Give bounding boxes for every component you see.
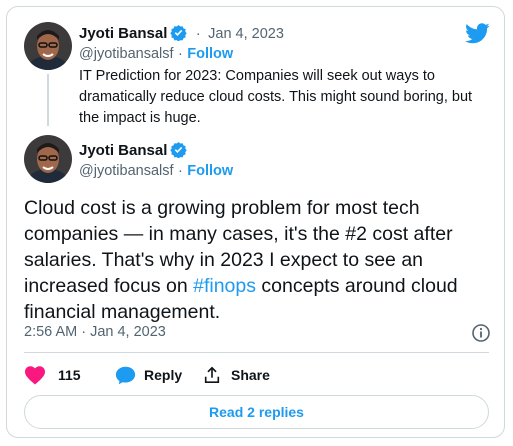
verified-badge-icon (170, 25, 188, 41)
handle-separator: · (177, 163, 183, 179)
follow-link[interactable]: Follow (187, 163, 233, 179)
author-name[interactable]: Jyoti Bansal (79, 25, 167, 42)
verified-badge-icon (170, 142, 188, 158)
tweet-header: Jyoti Bansal (79, 141, 188, 160)
reply-bubble-icon (115, 366, 136, 385)
tweet-text: Cloud cost is a growing problem for most… (24, 195, 489, 325)
divider (24, 352, 489, 353)
thread-line (47, 74, 49, 126)
share-button[interactable]: Share (203, 363, 270, 387)
handle-separator: · (177, 46, 183, 62)
quoted-handle-row: @jyotibansalsf · Follow (79, 45, 233, 63)
tweet-handle-row: @jyotibansalsf · Follow (79, 162, 233, 180)
avatar[interactable] (24, 22, 72, 70)
tweet-timestamp[interactable]: 2:56 AM · Jan 4, 2023 (24, 324, 166, 340)
reply-button[interactable]: Reply (115, 363, 182, 387)
like-button[interactable]: 115 (24, 363, 81, 387)
like-count: 115 (58, 367, 81, 383)
twitter-bird-icon[interactable] (465, 23, 490, 44)
author-handle[interactable]: @jyotibansalsf (79, 163, 174, 179)
tweet-card: Jyoti Bansal · Jan 4, 2023 @jyotibansals… (6, 6, 505, 438)
avatar[interactable] (24, 135, 72, 183)
avatar-image (24, 135, 72, 183)
author-name[interactable]: Jyoti Bansal (79, 142, 167, 159)
info-icon[interactable] (471, 323, 491, 343)
share-label: Share (231, 367, 270, 383)
follow-link[interactable]: Follow (187, 46, 233, 62)
quoted-date[interactable]: Jan 4, 2023 (208, 26, 284, 42)
heart-icon (25, 366, 45, 385)
quoted-header: Jyoti Bansal · Jan 4, 2023 (79, 24, 284, 43)
reply-label: Reply (144, 367, 183, 383)
share-icon (204, 366, 220, 384)
quoted-tweet-text: IT Prediction for 2023: Companies will s… (79, 68, 473, 126)
read-replies-button[interactable]: Read 2 replies (24, 395, 489, 429)
date-separator: · (195, 26, 201, 42)
author-handle[interactable]: @jyotibansalsf (79, 46, 174, 62)
hashtag-link[interactable]: #finops (193, 275, 256, 297)
avatar-image (24, 22, 72, 70)
